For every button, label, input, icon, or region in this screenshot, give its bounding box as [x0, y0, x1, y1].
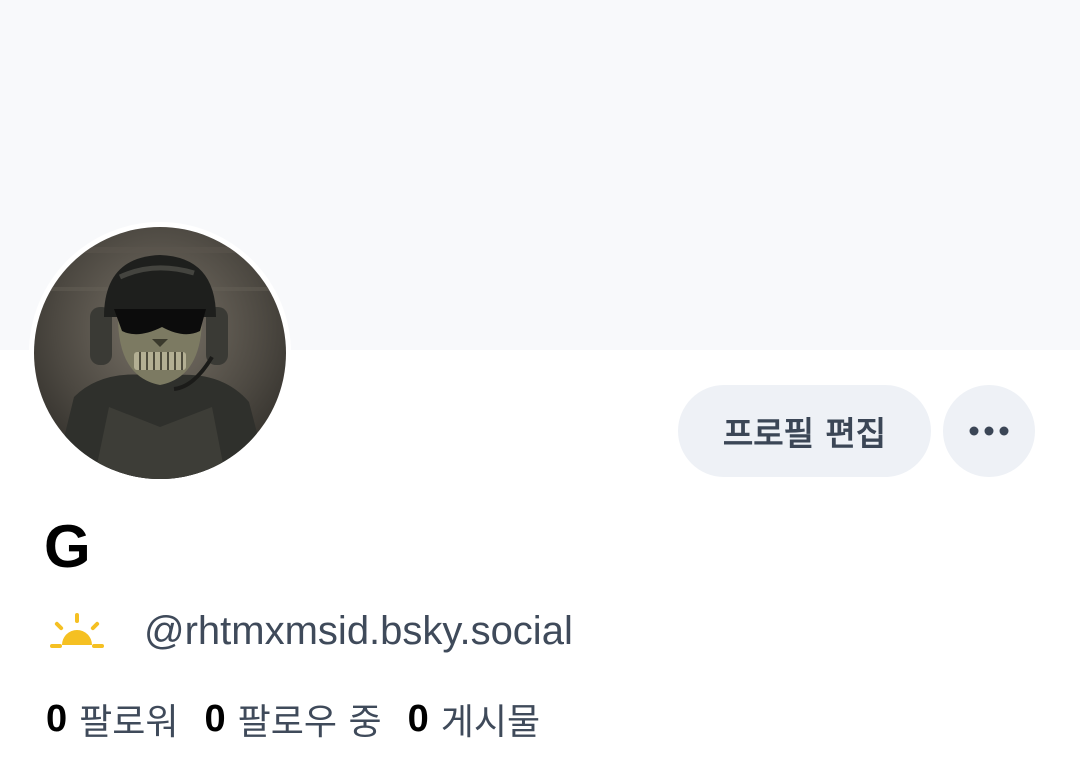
avatar[interactable] — [29, 222, 291, 484]
profile-handle: @rhtmxmsid.bsky.social — [144, 608, 573, 653]
sunrise-icon — [50, 613, 104, 648]
edit-profile-button[interactable]: 프로필 편집 — [678, 385, 931, 477]
posts-label: 게시물 — [440, 702, 541, 743]
followers-label: 팔로워 — [79, 702, 179, 743]
followers-count: 0 — [46, 697, 68, 740]
following-stat[interactable]: 0 팔로우 중 — [205, 693, 382, 745]
display-name: G — [44, 513, 91, 580]
handle-row: @rhtmxmsid.bsky.social — [46, 605, 573, 657]
avatar-image — [34, 227, 286, 479]
more-options-button[interactable] — [943, 385, 1035, 477]
posts-count: 0 — [407, 697, 429, 740]
following-label: 팔로우 중 — [237, 702, 382, 743]
profile-page: 프로필 편집 G @rhtmxmsid.bsky.social 0 팔로워 0 … — [0, 0, 1080, 768]
followers-stat[interactable]: 0 팔로워 — [46, 693, 179, 745]
following-count: 0 — [204, 697, 226, 740]
posts-stat: 0 게시물 — [408, 693, 541, 745]
more-horizontal-icon — [969, 426, 1009, 436]
profile-stats: 0 팔로워 0 팔로우 중 0 게시물 — [46, 694, 566, 744]
